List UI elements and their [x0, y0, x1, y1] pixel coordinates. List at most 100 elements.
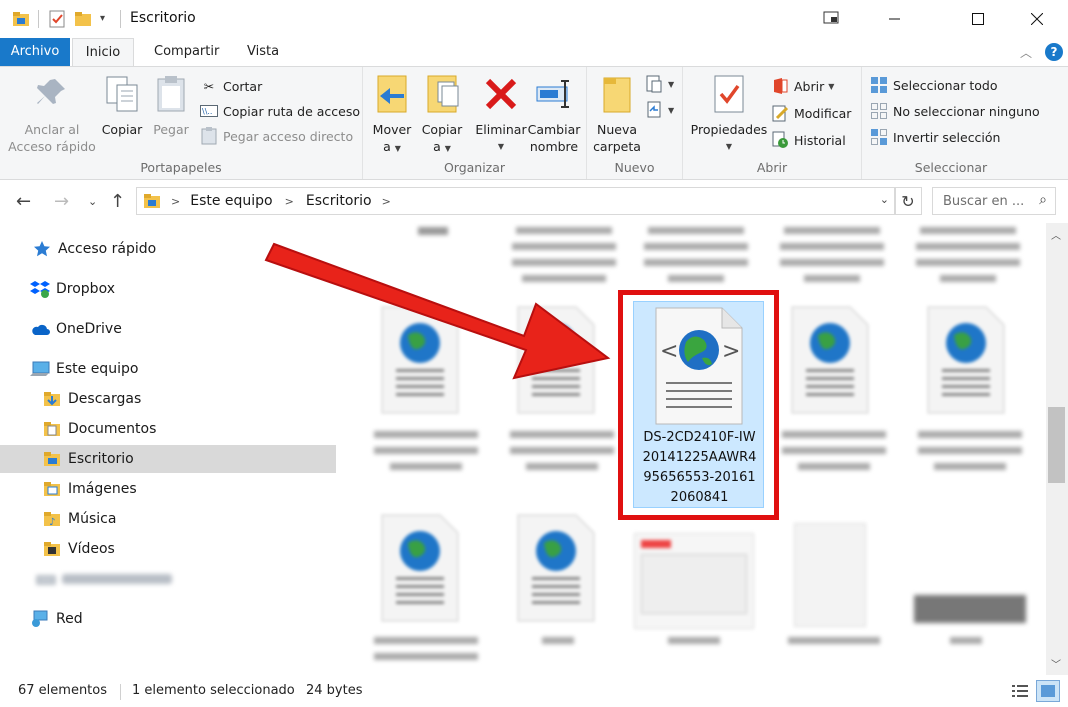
details-view-icon[interactable] — [1010, 682, 1030, 700]
move-to-label-2: a ▼ — [383, 139, 401, 154]
up-arrow-icon[interactable]: ↑ — [110, 191, 125, 212]
back-arrow-icon[interactable]: ← — [16, 191, 31, 212]
pin-window-icon[interactable] — [822, 10, 840, 30]
select-all-label: Seleccionar todo — [893, 77, 998, 93]
breadcrumb-separator-icon[interactable]: > — [285, 195, 294, 208]
paste-shortcut-button[interactable]: Pegar acceso directo — [200, 125, 353, 147]
properties-quick-icon[interactable] — [48, 10, 66, 32]
history-button[interactable]: Historial — [771, 129, 846, 151]
explorer-icon[interactable] — [12, 10, 30, 32]
download-folder-icon — [42, 389, 62, 409]
move-to-button[interactable]: Mover a ▼ — [369, 73, 415, 157]
group-portapapeles: Anclar al Acceso rápido Copiar Pegar ✂ C… — [0, 67, 363, 179]
group-label-nuevo: Nuevo — [614, 160, 655, 175]
new-folder-quick-icon[interactable] — [74, 10, 92, 32]
customize-toolbar-icon[interactable]: ▾ — [100, 13, 105, 24]
new-folder-label-1: Nueva — [596, 122, 638, 137]
sidebar-item-label: Vídeos — [68, 541, 115, 557]
help-icon[interactable]: ? — [1045, 43, 1063, 61]
new-folder-button[interactable]: Nueva carpeta — [591, 73, 643, 155]
image-file-thumbnail[interactable] — [914, 595, 1026, 623]
address-history-chevron-icon[interactable]: ⌄ — [880, 193, 889, 206]
computer-icon — [30, 359, 50, 379]
blurred-file-label[interactable] — [784, 635, 884, 649]
cut-button[interactable]: ✂ Cortar — [200, 75, 262, 97]
scroll-down-icon[interactable]: ﹀ — [1051, 656, 1061, 671]
text-file-icon[interactable] — [794, 523, 866, 627]
new-folder-icon — [597, 73, 637, 115]
select-none-button[interactable]: No seleccionar ninguno — [870, 100, 1040, 122]
open-button[interactable]: Abrir ▼ — [771, 75, 834, 97]
paste-shortcut-label: Pegar acceso directo — [223, 128, 354, 144]
screenshot-thumbnail[interactable] — [634, 533, 754, 629]
pin-quick-access-button[interactable]: Anclar al Acceso rápido — [8, 73, 96, 155]
breadcrumb-separator-icon[interactable]: > — [171, 195, 180, 208]
minimize-button[interactable] — [872, 0, 918, 38]
close-button[interactable] — [1014, 0, 1060, 38]
scissors-icon: ✂ — [203, 78, 215, 94]
search-icon[interactable]: ⌕ — [1039, 192, 1047, 208]
collapse-ribbon-icon[interactable]: ︿ — [1020, 44, 1032, 61]
pictures-folder-icon — [42, 479, 62, 499]
sidebar-item-network[interactable]: Red — [0, 605, 336, 633]
large-icons-view-icon[interactable] — [1036, 680, 1060, 702]
html-file-icon[interactable] — [514, 513, 598, 623]
delete-button[interactable]: Eliminar ▼ — [475, 73, 527, 155]
copy-path-button[interactable]: \\.. Copiar ruta de acceso — [200, 100, 360, 122]
pin-label-1: Anclar al — [24, 122, 80, 137]
sidebar-item-videos[interactable]: Vídeos — [0, 535, 336, 563]
blurred-file-label[interactable] — [774, 223, 890, 293]
breadcrumb-separator-icon[interactable]: > — [382, 195, 391, 208]
sidebar-item-documents[interactable]: Documentos — [0, 415, 336, 443]
copy-to-button[interactable]: Copiar a ▼ — [419, 73, 465, 157]
copy-button[interactable]: Copiar — [98, 73, 146, 138]
scrollbar-thumb[interactable] — [1048, 407, 1065, 483]
copy-path-icon: \\.. — [200, 102, 218, 120]
breadcrumb-este-equipo[interactable]: Este equipo — [190, 193, 272, 209]
search-box[interactable]: Buscar en ... ⌕ — [932, 187, 1056, 215]
edit-button[interactable]: Modificar — [771, 102, 851, 124]
sidebar-item-local-disk[interactable] — [0, 565, 336, 593]
tab-view[interactable]: Vista — [233, 38, 293, 66]
new-item-button[interactable]: ▼ — [645, 73, 674, 95]
select-all-button[interactable]: Seleccionar todo — [870, 74, 997, 96]
blurred-file-label[interactable] — [538, 635, 578, 649]
blurred-file-label[interactable] — [368, 635, 484, 669]
blurred-file-label[interactable] — [638, 223, 754, 293]
blurred-file-label[interactable] — [504, 429, 620, 483]
copy-to-icon — [422, 73, 462, 115]
html-file-icon[interactable] — [924, 305, 1008, 415]
blurred-file-label[interactable] — [910, 223, 1026, 293]
new-item-caret: ▼ — [668, 79, 675, 89]
properties-button[interactable]: Propiedades ▼ — [689, 73, 769, 155]
breadcrumb-escritorio[interactable]: Escritorio — [306, 193, 372, 209]
tab-file[interactable]: Archivo — [0, 38, 70, 66]
group-label-seleccionar: Seleccionar — [914, 160, 988, 175]
recent-locations-chevron-icon[interactable]: ⌄ — [88, 195, 97, 208]
window-title: Escritorio — [130, 10, 196, 26]
blurred-file-label[interactable] — [368, 429, 484, 483]
blurred-file-label[interactable] — [912, 429, 1028, 483]
selection-count: 1 elemento seleccionado — [132, 683, 295, 698]
address-bar[interactable]: > Este equipo > Escritorio > ⌄ — [136, 187, 896, 215]
html-file-icon[interactable] — [788, 305, 872, 415]
refresh-button[interactable]: ↻ — [894, 187, 922, 215]
sidebar-item-pictures[interactable]: Imágenes — [0, 475, 336, 503]
forward-arrow-icon[interactable]: → — [54, 191, 69, 212]
tab-home[interactable]: Inicio — [72, 38, 134, 67]
sidebar-item-desktop[interactable]: Escritorio — [0, 445, 336, 473]
annotation-highlight-box — [618, 290, 779, 520]
html-file-icon[interactable] — [378, 513, 462, 623]
scroll-up-icon[interactable]: ︿ — [1051, 227, 1061, 242]
sidebar-item-music[interactable]: ♪ Música — [0, 505, 336, 533]
maximize-button[interactable] — [955, 0, 1001, 38]
blurred-file-label[interactable] — [664, 635, 724, 649]
rename-button[interactable]: Cambiar nombre — [527, 73, 581, 155]
sidebar-item-label: Imágenes — [68, 481, 137, 497]
invert-selection-button[interactable]: Invertir selección — [870, 126, 1000, 148]
paste-button[interactable]: Pegar — [150, 73, 192, 138]
easy-access-button[interactable]: ▼ — [645, 99, 674, 121]
blurred-file-label[interactable] — [946, 635, 986, 649]
tab-share[interactable]: Compartir — [140, 38, 233, 66]
blurred-file-label[interactable] — [776, 429, 892, 483]
